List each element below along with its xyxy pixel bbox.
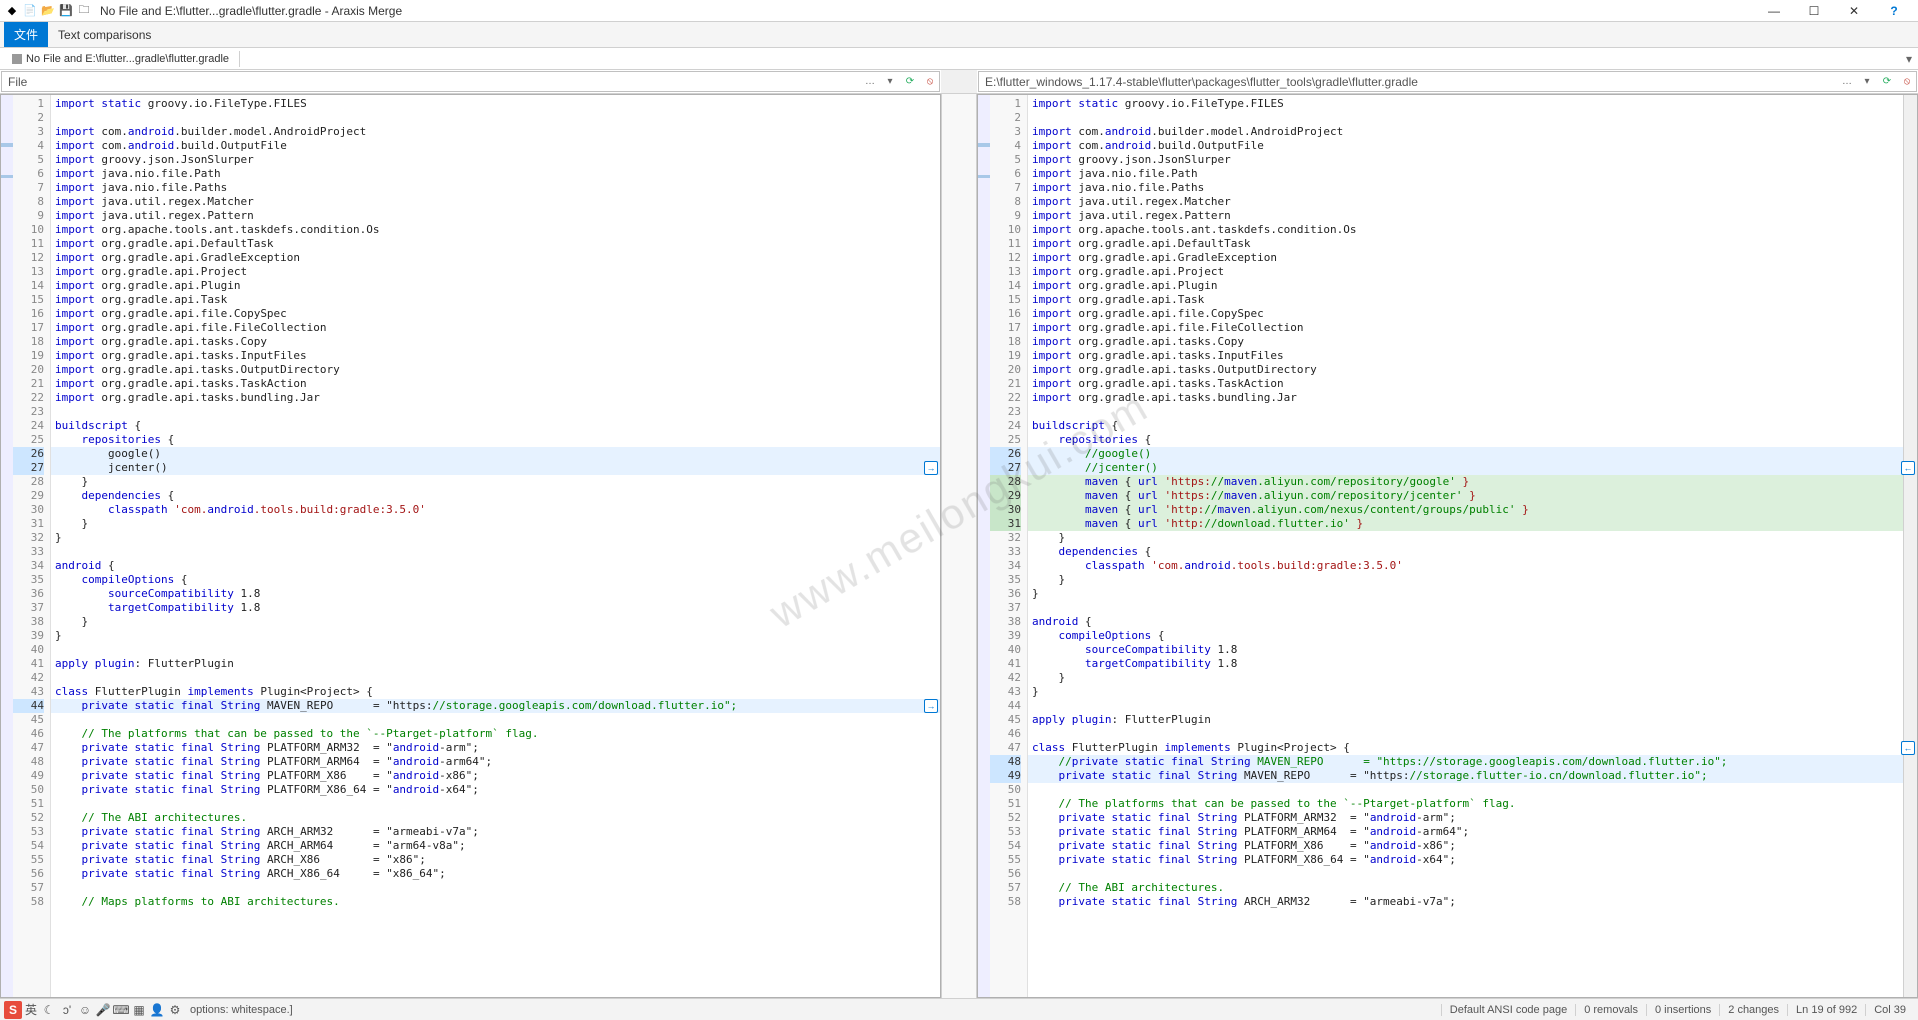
merge-right-button-2[interactable]: → [924, 699, 938, 713]
gear-icon[interactable]: ⚙ [166, 1001, 184, 1019]
help-button[interactable]: ? [1874, 0, 1914, 22]
window-title: No File and E:\flutter...gradle\flutter.… [100, 4, 1754, 18]
mic-icon[interactable]: 🎤 [94, 1001, 112, 1019]
menubar: 文件 Text comparisons [0, 22, 1918, 48]
menu-file[interactable]: 文件 [4, 22, 48, 47]
merge-left-button-2[interactable]: ← [1901, 741, 1915, 755]
divider-strip[interactable] [941, 94, 977, 998]
tabbar: No File and E:\flutter...gradle\flutter.… [0, 48, 1918, 70]
left-path-input[interactable] [2, 73, 859, 91]
right-path-dropdown2[interactable]: ▾ [1858, 73, 1876, 91]
status-codepage: Default ANSI code page [1441, 1004, 1575, 1016]
minimize-button[interactable]: — [1754, 0, 1794, 22]
status-changes: 2 changes [1719, 1004, 1787, 1016]
folder-icon[interactable]: 🗀 [76, 3, 92, 19]
titlebar: ◆ 📄 📂 💾 🗀 No File and E:\flutter...gradl… [0, 0, 1918, 22]
left-path-dropdown[interactable]: … [861, 73, 879, 91]
left-gutter: 1234567891011121314151617181920212223242… [13, 95, 51, 997]
user-icon[interactable]: 👤 [148, 1001, 166, 1019]
right-overview[interactable] [978, 95, 990, 997]
save-icon[interactable]: 💾 [58, 3, 74, 19]
status-removals: 0 removals [1575, 1004, 1646, 1016]
lang-icon[interactable]: 英 [22, 1001, 40, 1019]
left-code[interactable]: import static groovy.io.FileType.FILESim… [51, 95, 940, 997]
left-path-dropdown2[interactable]: ▾ [881, 73, 899, 91]
menu-text-comparisons[interactable]: Text comparisons [48, 24, 161, 46]
status-insertions: 0 insertions [1646, 1004, 1719, 1016]
right-scrollbar[interactable] [1903, 95, 1917, 997]
comma-icon[interactable]: ɔ' [58, 1001, 76, 1019]
right-path-field: … ▾ ⟳ ⦸ [978, 71, 1917, 92]
tab-comparison[interactable]: No File and E:\flutter...gradle\flutter.… [2, 51, 240, 67]
pathrow: … ▾ ⟳ ⦸ … ▾ ⟳ ⦸ [0, 70, 1918, 94]
close-button[interactable]: ✕ [1834, 0, 1874, 22]
tab-expand-button[interactable]: ▾ [1900, 52, 1918, 66]
status-column: Col 39 [1865, 1004, 1914, 1016]
open-icon[interactable]: 📂 [40, 3, 56, 19]
new-icon[interactable]: 📄 [22, 3, 38, 19]
moon-icon[interactable]: ☾ [40, 1001, 58, 1019]
left-path-field: … ▾ ⟳ ⦸ [1, 71, 940, 92]
right-gutter: 1234567891011121314151617181920212223242… [990, 95, 1028, 997]
right-path-input[interactable] [979, 73, 1836, 91]
grid-icon[interactable]: ▦ [130, 1001, 148, 1019]
tab-label: No File and E:\flutter...gradle\flutter.… [26, 53, 229, 65]
ime-icon[interactable]: S [4, 1001, 22, 1019]
maximize-button[interactable]: ☐ [1794, 0, 1834, 22]
workspace: 1234567891011121314151617181920212223242… [0, 94, 1918, 998]
status-position: Ln 19 of 992 [1787, 1004, 1865, 1016]
keyboard-icon[interactable]: ⌨ [112, 1001, 130, 1019]
right-panel: 1234567891011121314151617181920212223242… [977, 94, 1918, 998]
statusbar: S 英 ☾ ɔ' ☺ 🎤 ⌨ ▦ 👤 ⚙ options: whitespace… [0, 998, 1918, 1020]
right-close-icon[interactable]: ⦸ [1898, 73, 1916, 91]
left-panel: 1234567891011121314151617181920212223242… [0, 94, 941, 998]
merge-right-button[interactable]: → [924, 461, 938, 475]
app-icon: ◆ [4, 3, 20, 19]
tab-icon [12, 54, 22, 64]
right-code[interactable]: import static groovy.io.FileType.FILESim… [1028, 95, 1903, 997]
merge-left-button[interactable]: ← [1901, 461, 1915, 475]
emoji-icon[interactable]: ☺ [76, 1001, 94, 1019]
right-reload-icon[interactable]: ⟳ [1878, 73, 1896, 91]
left-reload-icon[interactable]: ⟳ [901, 73, 919, 91]
status-options: options: whitespace.] [190, 1004, 293, 1016]
left-overview[interactable] [1, 95, 13, 997]
left-close-icon[interactable]: ⦸ [921, 73, 939, 91]
right-path-dropdown[interactable]: … [1838, 73, 1856, 91]
